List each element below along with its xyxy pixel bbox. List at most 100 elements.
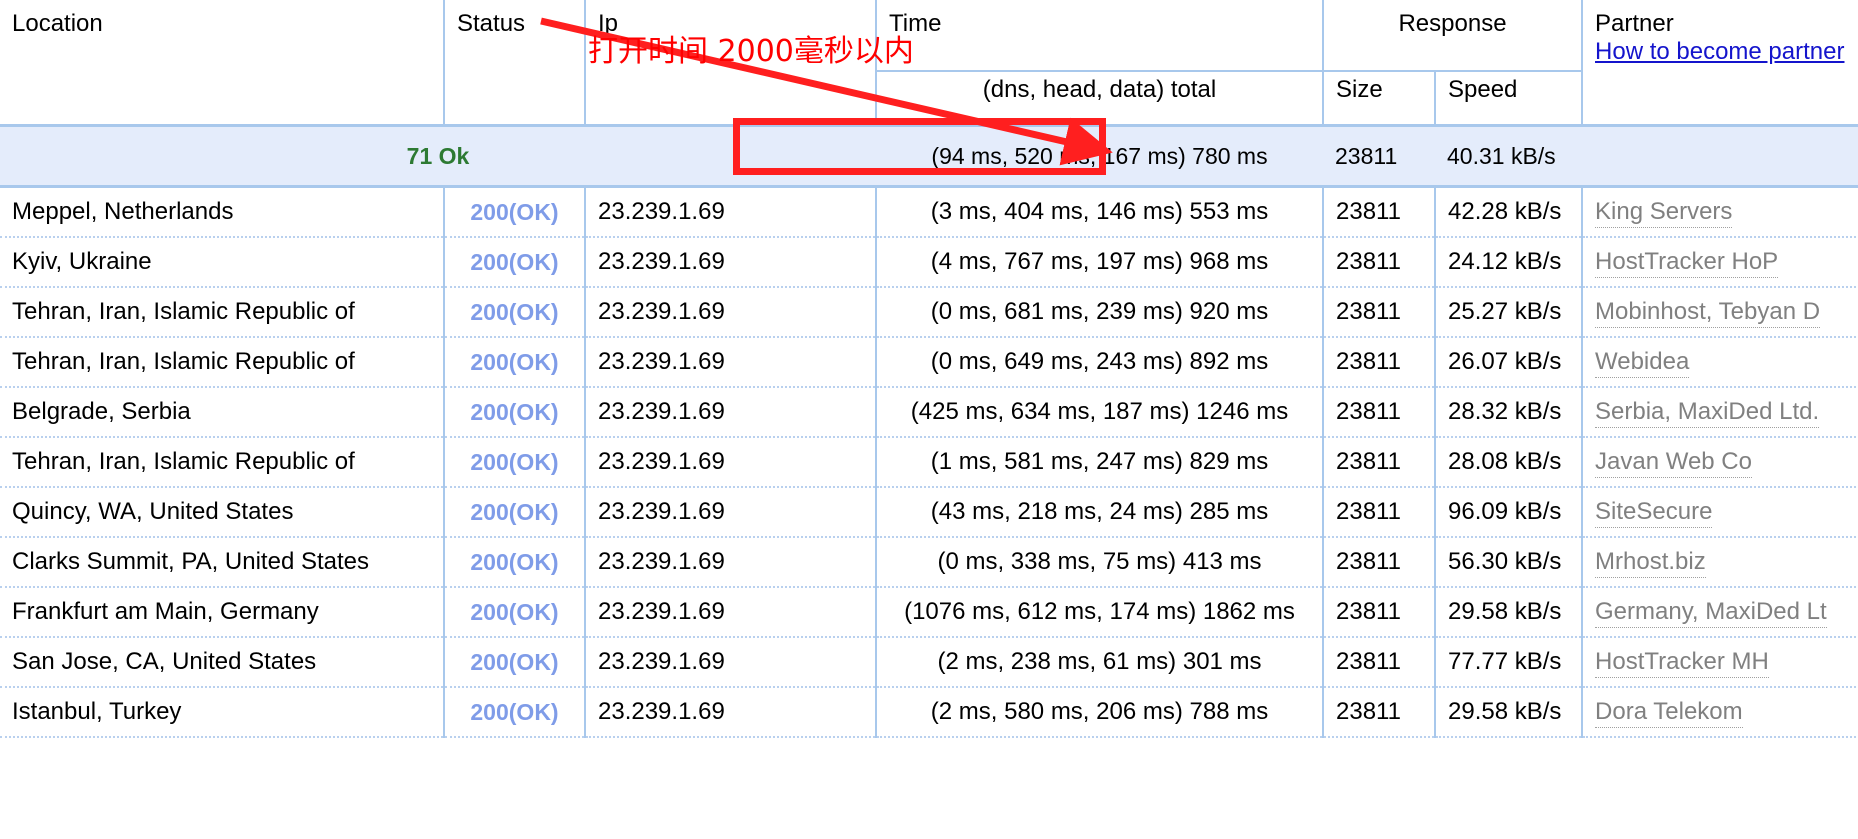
- cell-status: 200(OK): [444, 487, 585, 537]
- summary-partner-empty: [1582, 126, 1858, 187]
- table-row[interactable]: Meppel, Netherlands 200(OK) 23.239.1.69(3 …: [0, 187, 1858, 238]
- cell-time: (3 ms, 404 ms, 146 ms) 553 ms: [876, 187, 1323, 238]
- cell-status-value[interactable]: 200(OK): [470, 649, 558, 675]
- cell-location: Clarks Summit, PA, United States: [0, 537, 444, 587]
- cell-status-value[interactable]: 200(OK): [470, 699, 558, 725]
- cell-status: 200(OK): [444, 337, 585, 387]
- table-row[interactable]: Clarks Summit, PA, United States200(OK)2…: [0, 537, 1858, 587]
- table-row[interactable]: San Jose, CA, United States200(OK)23.239…: [0, 637, 1858, 687]
- cell-partner: King Servers: [1582, 187, 1858, 238]
- cell-ip: 23.239.1.69: [585, 287, 876, 337]
- cell-partner: Germany, MaxiDed Lt: [1582, 587, 1858, 637]
- cell-status: 200(OK): [444, 687, 585, 737]
- cell-size: 23811: [1323, 187, 1435, 238]
- cell-status-value[interactable]: 200(OK): [470, 349, 558, 375]
- cell-speed: 42.28 kB/s: [1435, 187, 1582, 238]
- cell-status-value[interactable]: 200(OK): [470, 499, 558, 525]
- cell-partner: Webidea: [1582, 337, 1858, 387]
- cell-size: 23811: [1323, 487, 1435, 537]
- cell-location: Meppel, Netherlands: [0, 187, 444, 238]
- cell-partner-value[interactable]: Webidea: [1595, 348, 1689, 378]
- cell-size: 23811: [1323, 337, 1435, 387]
- check-results-table: Location Status Ip Time Response Partner…: [0, 0, 1858, 738]
- cell-ip: 23.239.1.69: [585, 187, 876, 238]
- summary-ok-count: 71 Ok: [0, 126, 876, 187]
- column-header-time[interactable]: Time: [876, 0, 1323, 71]
- cell-speed: 29.58 kB/s: [1435, 687, 1582, 737]
- cell-size: 23811: [1323, 437, 1435, 487]
- column-header-location[interactable]: Location: [0, 0, 444, 126]
- cell-speed: 29.58 kB/s: [1435, 587, 1582, 637]
- cell-status-value[interactable]: 200(OK): [470, 249, 558, 275]
- cell-status-value[interactable]: 200(OK): [470, 549, 558, 575]
- table-row[interactable]: Quincy, WA, United States 200(OK) 23.239.1…: [0, 487, 1858, 537]
- cell-partner-value[interactable]: Mrhost.biz: [1595, 548, 1706, 578]
- cell-partner-value[interactable]: Dora Telekom: [1595, 698, 1743, 728]
- cell-status-value[interactable]: 200(OK): [470, 199, 558, 225]
- table-row[interactable]: Istanbul, Turkey200(OK)23.239.1.69(2 ms,…: [0, 687, 1858, 737]
- cell-status: 200(OK): [444, 187, 585, 238]
- cell-ip: 23.239.1.69: [585, 637, 876, 687]
- summary-size: 23811: [1323, 126, 1435, 187]
- page-root: Location Status Ip Time Response Partner…: [0, 0, 1858, 839]
- cell-time: (2 ms, 580 ms, 206 ms) 788 ms: [876, 687, 1323, 737]
- cell-status-value[interactable]: 200(OK): [470, 599, 558, 625]
- column-header-speed[interactable]: Speed: [1435, 71, 1582, 126]
- cell-ip: 23.239.1.69: [585, 487, 876, 537]
- column-header-status[interactable]: Status: [444, 0, 585, 126]
- cell-speed: 56.30 kB/s: [1435, 537, 1582, 587]
- cell-time: (2 ms, 238 ms, 61 ms) 301 ms: [876, 637, 1323, 687]
- column-header-ip[interactable]: Ip: [585, 0, 876, 126]
- cell-status: 200(OK): [444, 387, 585, 437]
- cell-status-value[interactable]: 200(OK): [470, 299, 558, 325]
- table-row[interactable]: Belgrade, Serbia 200(OK) 23.239.1.69(425 m…: [0, 387, 1858, 437]
- cell-time: (425 ms, 634 ms, 187 ms) 1246 ms: [876, 387, 1323, 437]
- cell-partner-value[interactable]: HostTracker MH: [1595, 648, 1769, 678]
- cell-status-value[interactable]: 200(OK): [470, 399, 558, 425]
- cell-status: 200(OK): [444, 637, 585, 687]
- cell-ip: 23.239.1.69: [585, 237, 876, 287]
- column-header-size[interactable]: Size: [1323, 71, 1435, 126]
- cell-ip: 23.239.1.69: [585, 587, 876, 637]
- cell-status: 200(OK): [444, 237, 585, 287]
- cell-partner-value[interactable]: Serbia, MaxiDed Ltd.: [1595, 398, 1819, 428]
- table-row[interactable]: Tehran, Iran, Islamic Republic of200(OK)…: [0, 337, 1858, 387]
- cell-partner: Dora Telekom: [1582, 687, 1858, 737]
- table-row[interactable]: Frankfurt am Main, Germany200(OK)23.239.…: [0, 587, 1858, 637]
- cell-partner-value[interactable]: Germany, MaxiDed Lt: [1595, 598, 1827, 628]
- column-header-partner: Partner How to become partner: [1582, 0, 1858, 126]
- cell-status: 200(OK): [444, 587, 585, 637]
- table-row[interactable]: Tehran, Iran, Islamic Republic of 200(OK)…: [0, 287, 1858, 337]
- cell-partner-value[interactable]: King Servers: [1595, 198, 1732, 228]
- cell-location: Tehran, Iran, Islamic Republic of: [0, 287, 444, 337]
- cell-location: Belgrade, Serbia: [0, 387, 444, 437]
- cell-partner-value[interactable]: Javan Web Co: [1595, 448, 1752, 478]
- summary-row: 71 Ok (94 ms, 520 ms, 167 ms) 780 ms 238…: [0, 126, 1858, 187]
- table-row[interactable]: Tehran, Iran, Islamic Republic of200(OK)…: [0, 437, 1858, 487]
- cell-time: (1076 ms, 612 ms, 174 ms) 1862 ms: [876, 587, 1323, 637]
- column-header-response[interactable]: Response: [1323, 0, 1582, 71]
- cell-partner-value[interactable]: SiteSecure: [1595, 498, 1712, 528]
- cell-partner: HostTracker HoP: [1582, 237, 1858, 287]
- cell-ip: 23.239.1.69: [585, 387, 876, 437]
- cell-speed: 24.12 kB/s: [1435, 237, 1582, 287]
- cell-location: Quincy, WA, United States: [0, 487, 444, 537]
- cell-partner: Serbia, MaxiDed Ltd.: [1582, 387, 1858, 437]
- summary-time: (94 ms, 520 ms, 167 ms) 780 ms: [876, 126, 1323, 187]
- cell-status-value[interactable]: 200(OK): [470, 449, 558, 475]
- cell-partner: Javan Web Co: [1582, 437, 1858, 487]
- table-body: 71 Ok (94 ms, 520 ms, 167 ms) 780 ms 238…: [0, 126, 1858, 738]
- cell-speed: 28.32 kB/s: [1435, 387, 1582, 437]
- cell-time: (1 ms, 581 ms, 247 ms) 829 ms: [876, 437, 1323, 487]
- cell-partner-value[interactable]: Mobinhost, Tebyan D: [1595, 298, 1820, 328]
- how-to-become-partner-link[interactable]: How to become partner: [1595, 38, 1844, 65]
- cell-time: (43 ms, 218 ms, 24 ms) 285 ms: [876, 487, 1323, 537]
- cell-time: (4 ms, 767 ms, 197 ms) 968 ms: [876, 237, 1323, 287]
- table-row[interactable]: Kyiv, Ukraine200(OK)23.239.1.69(4 ms, 76…: [0, 237, 1858, 287]
- cell-partner-value[interactable]: HostTracker HoP: [1595, 248, 1778, 278]
- cell-partner: Mobinhost, Tebyan D: [1582, 287, 1858, 337]
- cell-speed: 25.27 kB/s: [1435, 287, 1582, 337]
- cell-size: 23811: [1323, 687, 1435, 737]
- cell-time: (0 ms, 338 ms, 75 ms) 413 ms: [876, 537, 1323, 587]
- cell-speed: 26.07 kB/s: [1435, 337, 1582, 387]
